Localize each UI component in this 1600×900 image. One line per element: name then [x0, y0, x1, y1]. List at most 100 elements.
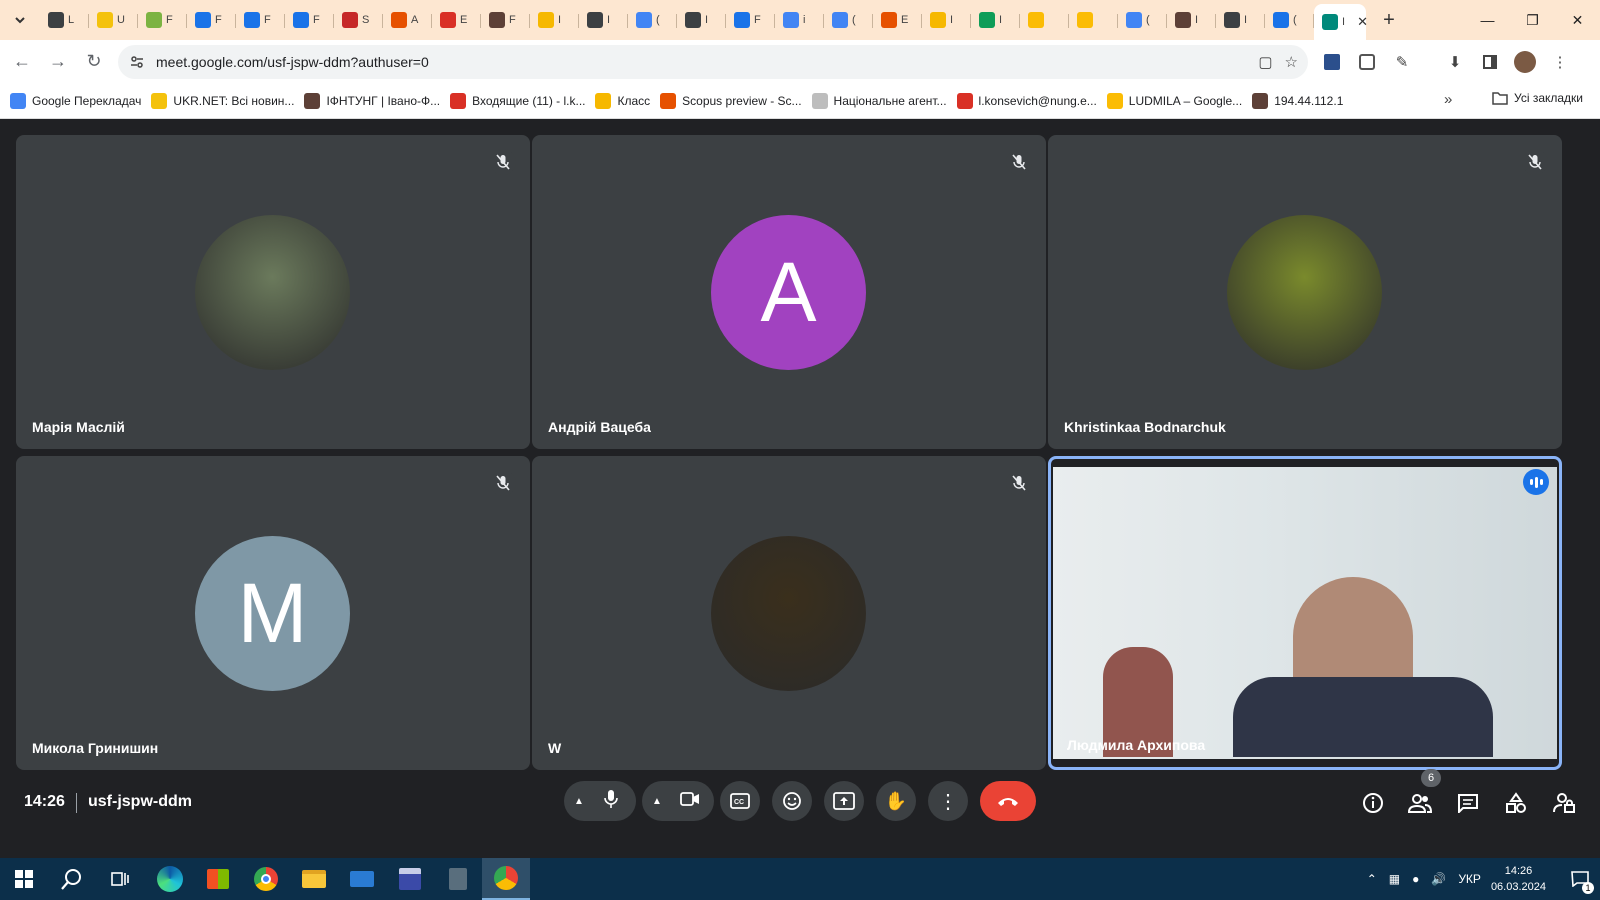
forward-button[interactable]: →: [40, 44, 76, 80]
bookmark-item[interactable]: ІФНТУНГ | Івано-Ф...: [304, 92, 440, 109]
file-explorer-app[interactable]: [290, 858, 338, 900]
participant-tile[interactable]: Людмила Архипова: [1048, 456, 1562, 770]
chrome-active-window[interactable]: [482, 858, 530, 900]
browser-tab[interactable]: F: [726, 5, 775, 35]
browser-tab[interactable]: (: [1265, 5, 1314, 35]
browser-tab[interactable]: I: [579, 5, 628, 35]
browser-tab[interactable]: F: [187, 5, 236, 35]
microphone-icon[interactable]: [604, 789, 618, 814]
input-language[interactable]: УКР: [1458, 872, 1481, 886]
browser-tab[interactable]: [1069, 5, 1118, 35]
more-options-button[interactable]: ⋮: [928, 781, 968, 821]
camera-in-use-icon[interactable]: ▢: [1258, 53, 1272, 71]
site-info-button[interactable]: [122, 47, 152, 77]
browser-tab[interactable]: I: [677, 5, 726, 35]
meeting-details-button[interactable]: [1359, 789, 1387, 817]
browser-tab[interactable]: [1020, 5, 1069, 35]
more-menu-icon[interactable]: ⋮: [1548, 50, 1572, 74]
calculator-app[interactable]: [434, 858, 482, 900]
close-tab-icon[interactable]: ✕: [1357, 14, 1368, 30]
participant-tile[interactable]: Khristinkaa Bodnarchuk: [1048, 135, 1562, 449]
tab-search-button[interactable]: [6, 6, 34, 34]
bookmark-item[interactable]: UKR.NET: Всі новин...: [151, 92, 294, 109]
browser-tab[interactable]: I: [530, 5, 579, 35]
microphone-tray-icon[interactable]: ●: [1412, 872, 1419, 886]
bookmark-item[interactable]: Входящие (11) - l.k...: [450, 92, 585, 109]
bookmark-star-icon[interactable]: ☆: [1285, 53, 1298, 71]
raise-hand-button[interactable]: ✋: [876, 781, 916, 821]
participant-tile[interactable]: M Микола Гринишин: [16, 456, 530, 770]
extensions-puzzle-icon[interactable]: ✎: [1390, 50, 1414, 74]
clock-datetime[interactable]: 14:26 06.03.2024: [1491, 863, 1546, 895]
participant-tile[interactable]: W: [532, 456, 1046, 770]
reload-button[interactable]: ↻: [76, 44, 112, 80]
captions-button[interactable]: CC: [720, 781, 760, 821]
save-app[interactable]: [386, 858, 434, 900]
bookmark-item[interactable]: Google Перекладач: [10, 92, 141, 109]
people-button[interactable]: [1406, 789, 1434, 817]
chrome-app[interactable]: [242, 858, 290, 900]
all-bookmarks-button[interactable]: Усі закладки: [1492, 91, 1583, 105]
browser-tab[interactable]: I: [971, 5, 1020, 35]
browser-tab[interactable]: i: [775, 5, 824, 35]
device-icon[interactable]: ▦: [1389, 872, 1400, 886]
start-button[interactable]: [0, 858, 48, 900]
reactions-button[interactable]: [772, 781, 812, 821]
store-app[interactable]: [194, 858, 242, 900]
participant-tile[interactable]: A Андрій Вацеба: [532, 135, 1046, 449]
camera-options-chevron-icon[interactable]: ▲: [652, 796, 662, 807]
minimize-button[interactable]: —: [1465, 0, 1510, 40]
edge-app[interactable]: [146, 858, 194, 900]
present-screen-button[interactable]: [824, 781, 864, 821]
download-icon[interactable]: ⬇: [1443, 50, 1467, 74]
browser-tab[interactable]: F: [285, 5, 334, 35]
more-bookmarks-chevron-icon[interactable]: »: [1444, 91, 1452, 108]
volume-icon[interactable]: 🔊: [1431, 872, 1446, 886]
mail-app[interactable]: [338, 858, 386, 900]
profile-avatar[interactable]: [1513, 50, 1537, 74]
browser-tab[interactable]: (: [824, 5, 873, 35]
browser-tab[interactable]: F: [481, 5, 530, 35]
participant-tile[interactable]: Марія Маслій: [16, 135, 530, 449]
activities-button[interactable]: [1502, 789, 1530, 817]
mic-options-chevron-icon[interactable]: ▲: [574, 796, 584, 807]
browser-tab[interactable]: S: [334, 5, 383, 35]
browser-tab[interactable]: E: [432, 5, 481, 35]
address-bar[interactable]: meet.google.com/usf-jspw-ddm?authuser=0 …: [118, 45, 1308, 79]
bookmark-item[interactable]: l.konsevich@nung.e...: [956, 92, 1097, 109]
search-button[interactable]: [48, 858, 96, 900]
chat-button[interactable]: [1454, 789, 1482, 817]
browser-tab[interactable]: (: [1118, 5, 1167, 35]
show-hidden-icons-chevron-icon[interactable]: ⌃: [1367, 872, 1377, 886]
back-button[interactable]: ←: [4, 44, 40, 80]
extension-2-icon[interactable]: [1355, 50, 1379, 74]
bookmark-item[interactable]: Національне агент...: [811, 92, 947, 109]
bookmark-item[interactable]: LUDMILA – Google...: [1106, 92, 1242, 109]
task-view-button[interactable]: [96, 858, 144, 900]
tab-active[interactable]: I ✕: [1314, 4, 1368, 40]
browser-tab[interactable]: I: [1216, 5, 1265, 35]
edge-icon: [157, 866, 183, 892]
url-text[interactable]: meet.google.com/usf-jspw-ddm?authuser=0: [156, 54, 429, 70]
browser-tab[interactable]: L: [40, 5, 89, 35]
side-panel-icon[interactable]: [1478, 50, 1502, 74]
browser-tab[interactable]: F: [236, 5, 285, 35]
extension-1-icon[interactable]: [1320, 50, 1344, 74]
browser-tab[interactable]: A: [383, 5, 432, 35]
browser-tab[interactable]: I: [922, 5, 971, 35]
browser-tab[interactable]: E: [873, 5, 922, 35]
restore-button[interactable]: ❐: [1510, 0, 1555, 40]
leave-call-button[interactable]: [980, 781, 1036, 821]
notifications-button[interactable]: 1: [1560, 858, 1600, 900]
bookmark-item[interactable]: Класс: [595, 92, 650, 109]
host-controls-button[interactable]: [1550, 789, 1578, 817]
browser-tab[interactable]: I: [1167, 5, 1216, 35]
camera-icon[interactable]: [680, 791, 700, 811]
bookmark-item[interactable]: 194.44.112.1: [1252, 92, 1343, 109]
bookmark-item[interactable]: Scopus preview - Sc...: [660, 92, 802, 109]
browser-tab[interactable]: U: [89, 5, 138, 35]
browser-tab[interactable]: F: [138, 5, 187, 35]
close-window-button[interactable]: ✕: [1555, 0, 1600, 40]
browser-tab[interactable]: (: [628, 5, 677, 35]
new-tab-button[interactable]: +: [1374, 9, 1404, 32]
